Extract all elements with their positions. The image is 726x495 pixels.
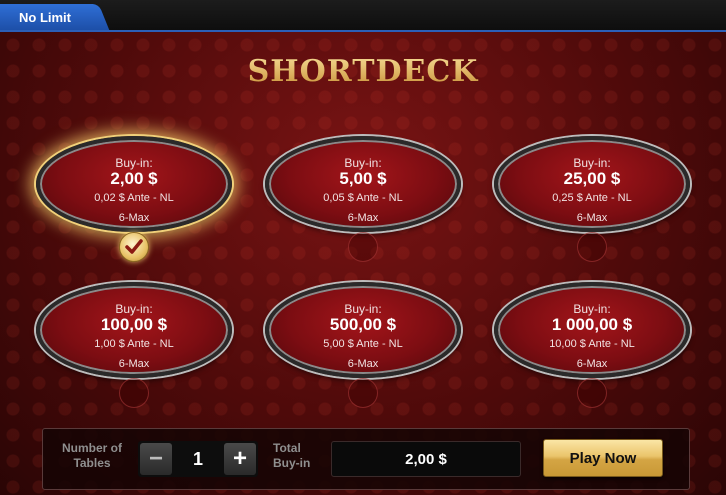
buyin-value: 100,00 $ <box>100 315 168 334</box>
table-option-3[interactable]: Buy-in: 100,00 $ 1,00 $ Ante - NL 6-Max <box>36 282 232 408</box>
select-slot[interactable] <box>577 378 607 408</box>
ante-info: 5,00 $ Ante - NL <box>323 338 403 350</box>
tables-stepper: − 1 + <box>138 441 258 477</box>
max-players: 6-Max <box>347 212 379 224</box>
buyin-value: 25,00 $ <box>563 169 621 188</box>
number-of-tables-label: Number of Tables <box>62 441 122 470</box>
play-now-button[interactable]: Play Now <box>543 439 663 477</box>
top-bar: No Limit <box>0 0 726 32</box>
table-option-2[interactable]: Buy-in: 25,00 $ 0,25 $ Ante - NL 6-Max <box>494 136 690 262</box>
total-buyin-label: Total Buy-in <box>273 441 311 470</box>
buyin-label: Buy-in: <box>115 156 153 170</box>
select-slot[interactable] <box>119 378 149 408</box>
select-slot[interactable] <box>577 232 607 262</box>
max-players: 6-Max <box>576 212 608 224</box>
tab-no-limit[interactable]: No Limit <box>0 4 96 30</box>
tab-label: No Limit <box>19 9 71 25</box>
table-oval[interactable]: Buy-in: 25,00 $ 0,25 $ Ante - NL 6-Max <box>494 136 690 232</box>
max-players: 6-Max <box>118 358 150 370</box>
select-slot[interactable] <box>348 232 378 262</box>
table-oval[interactable]: Buy-in: 1 000,00 $ 10,00 $ Ante - NL 6-M… <box>494 282 690 378</box>
buyin-label: Buy-in: <box>344 156 382 170</box>
table-option-1[interactable]: Buy-in: 5,00 $ 0,05 $ Ante - NL 6-Max <box>265 136 461 262</box>
lobby-area: SHORTDECK Buy-in: 2,00 $ 0,02 $ Ante - N… <box>0 32 726 495</box>
buyin-label: Buy-in: <box>115 302 153 316</box>
select-slot[interactable] <box>348 378 378 408</box>
table-oval[interactable]: Buy-in: 2,00 $ 0,02 $ Ante - NL 6-Max <box>36 136 232 232</box>
ante-info: 10,00 $ Ante - NL <box>549 338 635 350</box>
buyin-value: 500,00 $ <box>329 315 397 334</box>
ante-info: 1,00 $ Ante - NL <box>94 338 174 350</box>
table-option-4[interactable]: Buy-in: 500,00 $ 5,00 $ Ante - NL 6-Max <box>265 282 461 408</box>
max-players: 6-Max <box>347 358 379 370</box>
buyin-label: Buy-in: <box>573 302 611 316</box>
max-players: 6-Max <box>576 358 608 370</box>
bottom-panel: Number of Tables − 1 + Total Buy-in 2,00… <box>42 428 690 490</box>
ante-info: 0,02 $ Ante - NL <box>94 192 174 204</box>
buyin-value: 1 000,00 $ <box>551 315 633 334</box>
decrement-button[interactable]: − <box>140 443 172 475</box>
table-option-5[interactable]: Buy-in: 1 000,00 $ 10,00 $ Ante - NL 6-M… <box>494 282 690 408</box>
table-oval[interactable]: Buy-in: 500,00 $ 5,00 $ Ante - NL 6-Max <box>265 282 461 378</box>
total-buyin-value: 2,00 $ <box>331 441 521 477</box>
buyin-value: 2,00 $ <box>110 169 158 188</box>
table-oval[interactable]: Buy-in: 100,00 $ 1,00 $ Ante - NL 6-Max <box>36 282 232 378</box>
increment-button[interactable]: + <box>224 443 256 475</box>
shortdeck-logo: SHORTDECK <box>0 54 726 89</box>
tables-count-value[interactable]: 1 <box>172 441 224 477</box>
ante-info: 0,05 $ Ante - NL <box>323 192 403 204</box>
ante-info: 0,25 $ Ante - NL <box>552 192 632 204</box>
checkmark-icon[interactable] <box>119 232 149 262</box>
table-oval[interactable]: Buy-in: 5,00 $ 0,05 $ Ante - NL 6-Max <box>265 136 461 232</box>
buyin-value: 5,00 $ <box>339 169 387 188</box>
buyin-label: Buy-in: <box>573 156 611 170</box>
max-players: 6-Max <box>118 212 150 224</box>
buyin-label: Buy-in: <box>344 302 382 316</box>
table-option-0[interactable]: Buy-in: 2,00 $ 0,02 $ Ante - NL 6-Max <box>36 136 232 262</box>
